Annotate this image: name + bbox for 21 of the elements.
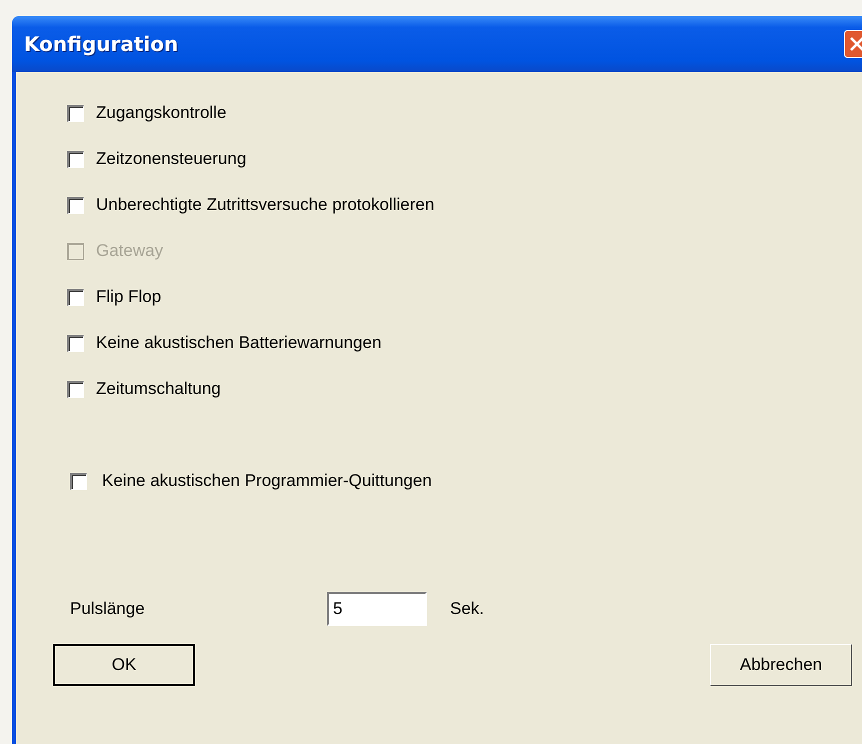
pulse-length-label: Pulslänge — [70, 599, 146, 619]
checkbox[interactable] — [67, 104, 84, 122]
option-label: Zeitumschaltung — [96, 379, 221, 399]
checkbox[interactable] — [67, 150, 84, 168]
dialog-button[interactable]: Abbrechen — [710, 644, 852, 686]
checkbox[interactable] — [67, 380, 84, 398]
checkbox[interactable] — [67, 196, 84, 214]
checkbox[interactable] — [70, 472, 87, 490]
option-label: Unberechtigte Zutrittsversuche protokollieren — [96, 195, 434, 215]
option-label: Gateway — [96, 241, 164, 261]
option-label: Keine akustischen Programmier-Quittungen — [102, 471, 432, 491]
checkbox[interactable] — [67, 288, 84, 306]
window-title: Konfiguration — [24, 32, 178, 56]
checkbox[interactable] — [67, 334, 84, 352]
dialog-button[interactable]: OK — [53, 644, 195, 686]
unit-label: Sek. — [450, 599, 484, 619]
option-label: Zugangskontrolle — [96, 103, 226, 123]
option-label: Keine akustischen Batteriewarnungen — [96, 333, 382, 353]
option-label: Zeitzonensteuerung — [96, 149, 246, 169]
pulse-length-field[interactable]: 5 — [327, 592, 427, 626]
option-label: Flip Flop — [96, 287, 162, 307]
